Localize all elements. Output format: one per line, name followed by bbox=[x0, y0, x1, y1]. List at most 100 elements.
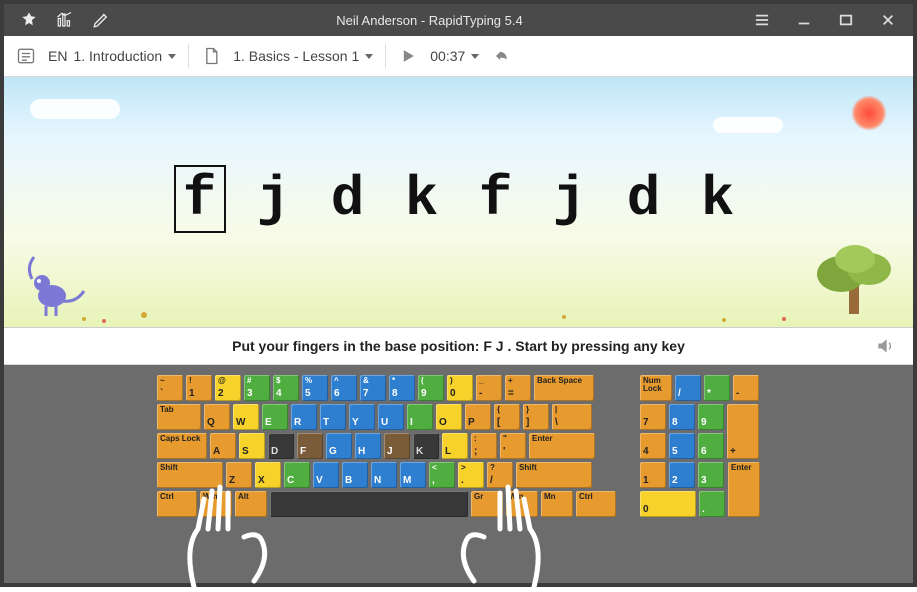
key-n[interactable]: N bbox=[371, 462, 397, 488]
key-b[interactable]: B bbox=[342, 462, 368, 488]
key-i[interactable]: I bbox=[407, 404, 433, 430]
grass-decoration: < bbox=[4, 305, 904, 327]
key-backspace[interactable]: Back Space bbox=[534, 375, 594, 401]
key-alt[interactable]: Alt bbox=[235, 491, 267, 517]
key-x[interactable]: X bbox=[255, 462, 281, 488]
key-[interactable]: + bbox=[727, 404, 759, 459]
key-w[interactable]: W bbox=[233, 404, 259, 430]
key-1[interactable]: !1 bbox=[186, 375, 212, 401]
key-k[interactable]: K bbox=[413, 433, 439, 459]
key-3[interactable]: #3 bbox=[244, 375, 270, 401]
key-[interactable]: >. bbox=[458, 462, 484, 488]
key-5[interactable]: 5 bbox=[669, 433, 695, 459]
key-[interactable]: {[ bbox=[494, 404, 520, 430]
speaker-icon[interactable] bbox=[875, 336, 895, 356]
key-0[interactable]: )0 bbox=[447, 375, 473, 401]
key-tab[interactable]: Tab bbox=[157, 404, 201, 430]
key-win[interactable]: Win bbox=[506, 491, 538, 517]
key-[interactable]: . bbox=[699, 491, 725, 517]
key-shift[interactable]: Shift bbox=[516, 462, 592, 488]
key-c[interactable]: C bbox=[284, 462, 310, 488]
key-r[interactable]: R bbox=[291, 404, 317, 430]
key-p[interactable]: P bbox=[465, 404, 491, 430]
key-s[interactable]: S bbox=[239, 433, 265, 459]
key-enter[interactable]: Enter bbox=[529, 433, 595, 459]
key-1[interactable]: 1 bbox=[640, 462, 666, 488]
lesson-selector[interactable]: 1. Basics - Lesson 1 bbox=[233, 48, 373, 64]
key-9[interactable]: (9 bbox=[418, 375, 444, 401]
main-keyboard: ~`!1@2#3$4%5^6&7*8(9)0_-+=Back Space TabQ… bbox=[157, 375, 616, 577]
key-7[interactable]: 7 bbox=[640, 404, 666, 430]
key-gr[interactable]: Gr bbox=[471, 491, 503, 517]
course-selector[interactable]: EN 1. Introduction bbox=[48, 48, 176, 64]
key-z[interactable]: Z bbox=[226, 462, 252, 488]
key-5[interactable]: %5 bbox=[302, 375, 328, 401]
key-mn[interactable]: Mn bbox=[541, 491, 573, 517]
key-3[interactable]: 3 bbox=[698, 462, 724, 488]
course-list-icon[interactable] bbox=[16, 46, 36, 66]
key-[interactable]: - bbox=[733, 375, 759, 401]
key-numlock[interactable]: Num Lock bbox=[640, 375, 672, 401]
key-d[interactable]: D bbox=[268, 433, 294, 459]
maximize-button[interactable] bbox=[833, 7, 859, 33]
key-2[interactable]: @2 bbox=[215, 375, 241, 401]
key-[interactable]: / bbox=[675, 375, 701, 401]
key-y[interactable]: Y bbox=[349, 404, 375, 430]
key-8[interactable]: 8 bbox=[669, 404, 695, 430]
key-[interactable]: += bbox=[505, 375, 531, 401]
key-u[interactable]: U bbox=[378, 404, 404, 430]
key-l[interactable]: L bbox=[442, 433, 468, 459]
key-enter[interactable]: Enter bbox=[728, 462, 760, 517]
key-space[interactable] bbox=[270, 491, 468, 517]
key-[interactable]: "' bbox=[500, 433, 526, 459]
key-6[interactable]: 6 bbox=[698, 433, 724, 459]
key-[interactable]: ?/ bbox=[487, 462, 513, 488]
key-6[interactable]: ^6 bbox=[331, 375, 357, 401]
statistics-icon[interactable] bbox=[56, 11, 74, 29]
undo-button[interactable] bbox=[491, 46, 511, 66]
key-4[interactable]: $4 bbox=[273, 375, 299, 401]
minimize-button[interactable] bbox=[791, 7, 817, 33]
chevron-down-icon bbox=[471, 54, 479, 59]
key-2[interactable]: 2 bbox=[669, 462, 695, 488]
key-9[interactable]: 9 bbox=[698, 404, 724, 430]
key-4[interactable]: 4 bbox=[640, 433, 666, 459]
key-e[interactable]: E bbox=[262, 404, 288, 430]
key-[interactable]: :; bbox=[471, 433, 497, 459]
keyboard-row1: ~`!1@2#3$4%5^6&7*8(9)0_-+=Back Space bbox=[157, 375, 616, 401]
lesson-file-icon[interactable] bbox=[201, 46, 221, 66]
key-capslock[interactable]: Caps Lock bbox=[157, 433, 207, 459]
key-[interactable]: ~` bbox=[157, 375, 183, 401]
timer-selector[interactable]: 00:37 bbox=[430, 48, 479, 64]
app-logo-icon[interactable] bbox=[20, 11, 38, 29]
key-[interactable]: _- bbox=[476, 375, 502, 401]
key-f[interactable]: F bbox=[297, 433, 323, 459]
key-ctrl[interactable]: Ctrl bbox=[157, 491, 197, 517]
key-[interactable]: * bbox=[704, 375, 730, 401]
key-[interactable]: |\ bbox=[552, 404, 592, 430]
key-[interactable]: }] bbox=[523, 404, 549, 430]
key-a[interactable]: A bbox=[210, 433, 236, 459]
key-shift[interactable]: Shift bbox=[157, 462, 223, 488]
toolbar-divider bbox=[385, 44, 386, 68]
play-button[interactable] bbox=[398, 46, 418, 66]
key-0[interactable]: 0 bbox=[640, 491, 696, 517]
key-m[interactable]: M bbox=[400, 462, 426, 488]
chevron-down-icon bbox=[168, 54, 176, 59]
key-g[interactable]: G bbox=[326, 433, 352, 459]
key-q[interactable]: Q bbox=[204, 404, 230, 430]
key-[interactable]: <, bbox=[429, 462, 455, 488]
key-h[interactable]: H bbox=[355, 433, 381, 459]
key-7[interactable]: &7 bbox=[360, 375, 386, 401]
cloud-decoration bbox=[30, 99, 120, 119]
key-win[interactable]: Win bbox=[200, 491, 232, 517]
key-ctrl[interactable]: Ctrl bbox=[576, 491, 616, 517]
menu-icon[interactable] bbox=[749, 7, 775, 33]
key-t[interactable]: T bbox=[320, 404, 346, 430]
editor-icon[interactable] bbox=[92, 11, 110, 29]
key-o[interactable]: O bbox=[436, 404, 462, 430]
key-v[interactable]: V bbox=[313, 462, 339, 488]
close-button[interactable] bbox=[875, 7, 901, 33]
key-8[interactable]: *8 bbox=[389, 375, 415, 401]
key-j[interactable]: J bbox=[384, 433, 410, 459]
